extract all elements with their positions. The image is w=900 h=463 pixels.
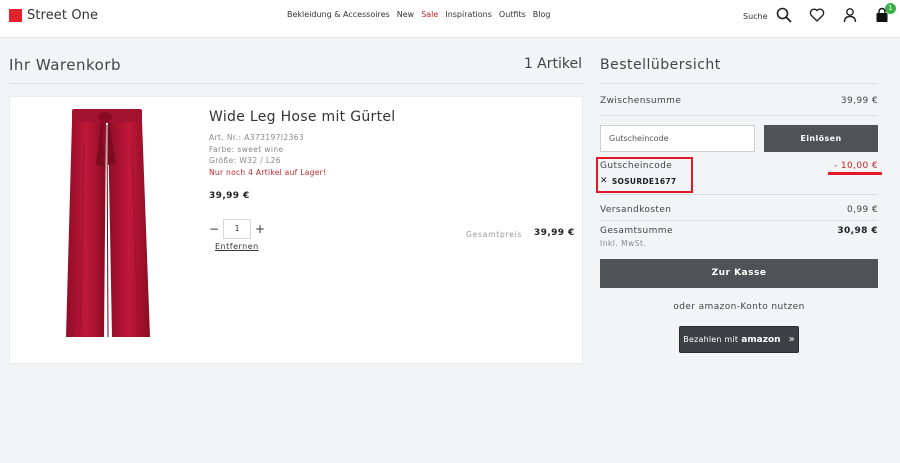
product-size: Größe: W32 / L26 <box>209 156 281 165</box>
shipping-label: Versandkosten <box>600 205 672 215</box>
increase-quantity-button[interactable]: + <box>255 222 265 236</box>
grand-total-label: Gesamtsumme <box>600 226 673 236</box>
checkout-button[interactable]: Zur Kasse <box>600 259 878 288</box>
search-icon[interactable] <box>776 7 792 23</box>
product-image[interactable] <box>60 105 155 343</box>
cart-item-card: Wide Leg Hose mit Gürtel Art. Nr.: A3731… <box>9 96 583 364</box>
quantity-stepper: − 1 + <box>209 219 265 239</box>
coupon-highlight-box <box>596 157 693 193</box>
summary-title: Bestellübersicht <box>600 57 721 73</box>
coupon-input[interactable]: Gutscheincode <box>600 125 755 152</box>
discount-value: - 10,00 € <box>833 161 878 171</box>
item-total-label: Gesamtpreis <box>466 230 523 239</box>
nav-item-blog[interactable]: Blog <box>533 10 551 19</box>
cart-title: Ihr Warenkorb <box>9 56 122 74</box>
subtotal-value: 39,99 € <box>840 96 878 106</box>
logo[interactable]: Street One <box>9 8 98 23</box>
amazon-pay-label: Bezahlen mit <box>683 335 739 344</box>
stock-warning: Nur noch 4 Artikel auf Lager! <box>209 168 327 177</box>
nav-item-outfits[interactable]: Outfits <box>499 10 526 19</box>
cart-item-count: 1 Artikel <box>523 56 582 72</box>
product-name[interactable]: Wide Leg Hose mit Gürtel <box>209 109 395 125</box>
nav-item-sale[interactable]: Sale <box>421 10 438 19</box>
divider <box>600 220 878 221</box>
heart-icon[interactable] <box>809 7 825 23</box>
subtotal-label: Zwischensumme <box>600 96 682 106</box>
nav-item-new[interactable]: New <box>397 10 414 19</box>
nav-item-inspirations[interactable]: Inspirations <box>445 10 492 19</box>
divider <box>9 83 583 84</box>
divider <box>600 83 878 84</box>
cart-count-badge: 1 <box>885 3 896 14</box>
user-icon[interactable] <box>842 7 858 23</box>
product-price: 39,99 € <box>209 191 250 201</box>
item-total-value: 39,99 € <box>534 228 575 238</box>
logo-text: Street One <box>27 8 99 23</box>
divider <box>600 194 878 195</box>
shipping-value: 0,99 € <box>846 205 878 215</box>
quantity-input[interactable]: 1 <box>223 219 251 239</box>
search-label[interactable]: Suche <box>743 12 768 21</box>
decrease-quantity-button[interactable]: − <box>209 222 219 236</box>
site-header: Street One Bekleidung & Accessoires New … <box>0 0 900 38</box>
product-article-number: Art. Nr.: A373197I2363 <box>209 133 305 142</box>
product-color: Farbe: sweet wine <box>209 145 284 154</box>
vat-note: Inkl. MwSt. <box>600 239 647 248</box>
amazon-logo: amazon <box>741 334 781 345</box>
logo-mark <box>9 9 22 22</box>
amazon-hint: oder amazon-Konto nutzen <box>673 302 805 312</box>
grand-total-value: 30,98 € <box>837 226 878 236</box>
amazon-pay-button[interactable]: Bezahlen mit amazon » <box>679 326 799 353</box>
divider <box>600 115 878 116</box>
remove-item-link[interactable]: Entfernen <box>215 242 259 251</box>
chevrons-right-icon: » <box>788 334 795 345</box>
main-nav: Bekleidung & Accessoires New Sale Inspir… <box>287 10 557 19</box>
redeem-coupon-button[interactable]: Einlösen <box>764 125 878 152</box>
nav-item-clothing[interactable]: Bekleidung & Accessoires <box>287 10 390 19</box>
discount-underline <box>828 172 882 175</box>
